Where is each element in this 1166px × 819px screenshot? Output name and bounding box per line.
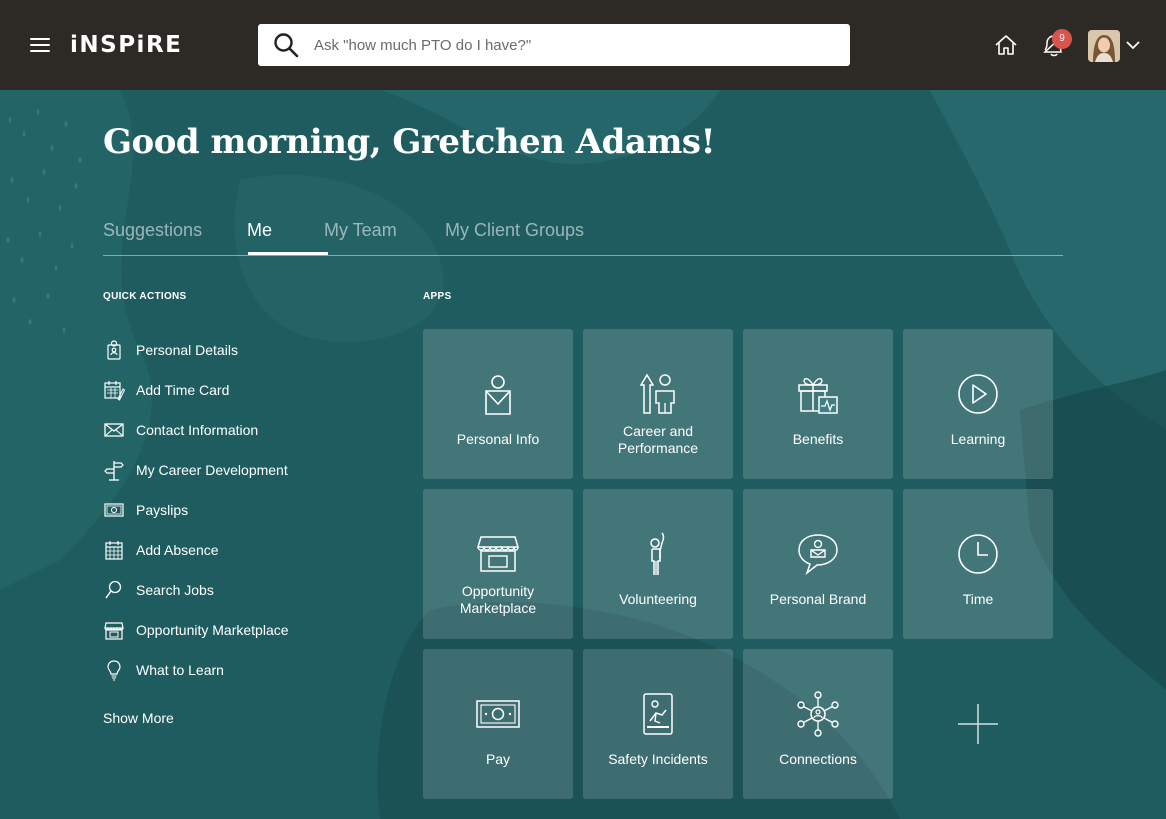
career-growth-icon [639, 373, 675, 414]
quick-action-label: Add Time Card [136, 382, 230, 398]
time-card-icon [104, 381, 125, 401]
search-icon [105, 580, 122, 599]
tab-my-team[interactable]: My Team [324, 220, 397, 241]
chevron-down-icon[interactable] [1126, 40, 1140, 50]
quick-action-personal-details[interactable]: Personal Details [103, 338, 238, 362]
quick-action-what-to-learn[interactable]: What to Learn [103, 658, 224, 682]
app-tile-label: Benefits [792, 431, 844, 447]
quick-action-label: Add Absence [136, 542, 219, 558]
app-tile-pay[interactable]: Pay [423, 649, 573, 799]
quick-action-payslips[interactable]: Payslips [103, 498, 188, 522]
active-tab-indicator [248, 252, 328, 255]
money-icon [476, 700, 520, 728]
apps-heading: APPS [423, 291, 452, 302]
app-tile-opportunity-marketplace[interactable]: Opportunity Marketplace [423, 489, 573, 639]
tab-suggestions[interactable]: Suggestions [103, 220, 202, 241]
quick-action-label: Personal Details [136, 342, 238, 358]
quick-actions-heading: QUICK ACTIONS [103, 291, 187, 302]
quick-action-label: Search Jobs [136, 582, 214, 598]
quick-action-label: What to Learn [136, 662, 224, 678]
app-tile-label: Connections [779, 751, 857, 767]
app-logo[interactable]: iNSPiRE [70, 32, 182, 58]
app-tile-personal-info[interactable]: Personal Info [423, 329, 573, 479]
quick-action-my-career-development[interactable]: My Career Development [103, 458, 288, 482]
show-more-link[interactable]: Show More [103, 710, 174, 726]
app-tile-label: Learning [950, 431, 1006, 447]
quick-action-search-jobs[interactable]: Search Jobs [103, 578, 214, 602]
app-tile-label: Opportunity Marketplace [459, 583, 537, 616]
home-icon[interactable] [994, 34, 1018, 56]
play-circle-icon [958, 374, 998, 414]
app-tile-personal-brand[interactable]: Personal Brand [743, 489, 893, 639]
quick-action-opportunity-marketplace[interactable]: Opportunity Marketplace [103, 618, 289, 642]
app-tile-label: Time [962, 591, 994, 607]
app-tile-career-and-performance[interactable]: Career and Performance [583, 329, 733, 479]
quick-action-add-time-card[interactable]: Add Time Card [103, 378, 229, 402]
app-tile-time[interactable]: Time [903, 489, 1053, 639]
avatar[interactable] [1088, 30, 1120, 62]
app-tile-label: Volunteering [619, 591, 697, 607]
quick-action-label: Payslips [136, 502, 189, 518]
raised-hand-person-icon [650, 532, 665, 575]
quick-action-label: Opportunity Marketplace [136, 622, 289, 638]
safety-incident-icon [643, 693, 673, 735]
app-tile-connections[interactable]: Connections [743, 649, 893, 799]
app-tile-label: Career and Performance [617, 423, 699, 456]
app-tile-learning[interactable]: Learning [903, 329, 1053, 479]
gift-icon [798, 378, 838, 414]
tab-my-client-groups[interactable]: My Client Groups [445, 220, 584, 241]
app-tile-label: Safety Incidents [608, 751, 708, 767]
plus-icon[interactable] [903, 649, 1053, 799]
main-content: Good morning, Gretchen Adams! Suggestion… [0, 90, 1166, 819]
search-icon[interactable] [272, 31, 300, 59]
tab-bar: Suggestions Me My Team My Client Groups [103, 215, 1063, 256]
quick-action-label: My Career Development [136, 462, 288, 478]
quick-action-label: Contact Information [136, 422, 259, 438]
speech-bubble-person-icon [798, 534, 838, 576]
page-title: Good morning, Gretchen Adams! [103, 122, 716, 162]
menu-icon[interactable] [30, 38, 50, 53]
signpost-icon [104, 461, 124, 481]
app-tile-safety-incidents[interactable]: Safety Incidents [583, 649, 733, 799]
calendar-icon [105, 541, 123, 560]
envelope-icon [104, 423, 124, 437]
app-tile-benefits[interactable]: Benefits [743, 329, 893, 479]
quick-action-contact-information[interactable]: Contact Information [103, 418, 258, 442]
network-icon [797, 691, 839, 737]
quick-action-add-absence[interactable]: Add Absence [103, 538, 219, 562]
person-badge-icon [107, 340, 121, 360]
app-tile-label: Personal Info [456, 431, 540, 447]
search-input[interactable] [314, 36, 834, 54]
app-tile-label: Personal Brand [769, 591, 867, 607]
top-bar: iNSPiRE 9 [0, 0, 1166, 90]
lightbulb-icon [107, 660, 121, 681]
storefront-icon [476, 536, 520, 572]
storefront-icon [104, 622, 124, 640]
person-badge-icon [485, 375, 511, 415]
tab-me[interactable]: Me [247, 220, 272, 241]
search-bar[interactable] [258, 24, 850, 66]
app-tile-label: Pay [485, 751, 511, 767]
clock-icon [958, 534, 998, 574]
notification-badge: 9 [1052, 29, 1072, 49]
app-tile-volunteering[interactable]: Volunteering [583, 489, 733, 639]
money-icon [104, 503, 124, 517]
